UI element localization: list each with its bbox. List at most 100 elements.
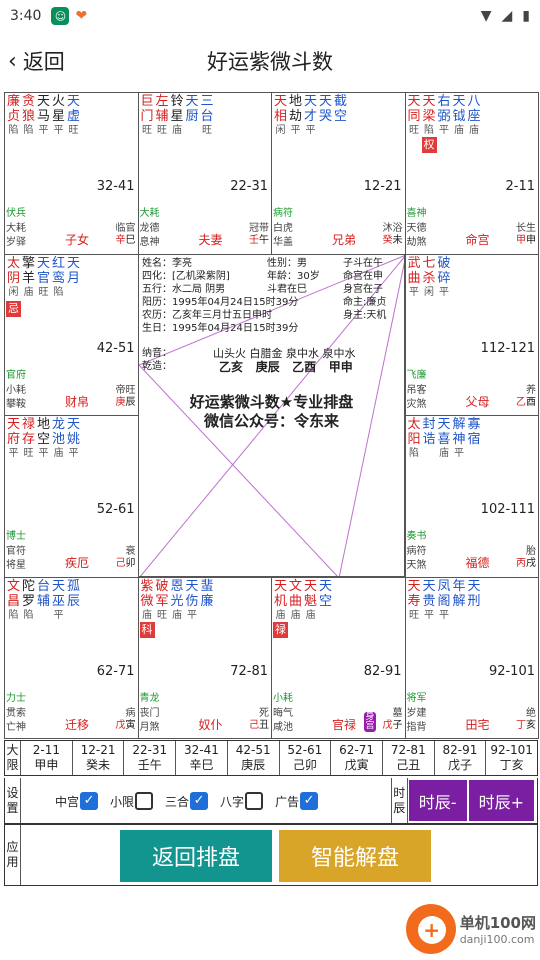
star-column: 凤阁平	[437, 579, 452, 623]
palace-age-range: 42-51	[96, 340, 135, 356]
star-brightness: 平	[409, 286, 419, 298]
checkbox-3[interactable]: 八字	[220, 791, 264, 810]
checkbox-4[interactable]: 广告 ✓	[275, 791, 319, 810]
palace-minor-star-2: 病符	[406, 546, 427, 557]
back-button[interactable]: ‹ 返回	[8, 46, 65, 76]
palace-cell-hai[interactable]: 天寿旺天贵平凤阁平年解天刑 92-101 将军 岁建绝指背 田宅 丁亥	[404, 576, 539, 739]
checkbox-0[interactable]: 中宫 ✓	[55, 791, 99, 810]
palace-cell-mao[interactable]: 天府平禄存旺地空平龙池庙天姚平 52-61 博士 官符衰将星 疾厄 己卯	[4, 415, 139, 578]
settings-checkboxes: 中宫 ✓ 小限 三合 ✓ 八字 广告 ✓	[21, 778, 351, 823]
smart-reading-button[interactable]: 智能解盘	[279, 830, 431, 882]
palace-cell-chen[interactable]: 太阴闲擎羊庙天官旺红鸾陷天月 42-51 官府 小耗 帝旺 攀鞍 财帛 庚辰忌	[4, 253, 139, 416]
star-brightness: 平	[305, 125, 316, 136]
decade-row: 大限 2-11 甲申 12-21 癸未 22-31 壬午 32-41 辛巳 42-51 庚辰 52-…	[4, 740, 538, 776]
palace-minor-star-2: 天德	[406, 223, 427, 234]
decade-range: 92-101	[490, 743, 533, 757]
star-name-bottom: 解	[452, 593, 466, 609]
palace-cell-you[interactable]: 武曲平七杀闲破碎平 112-121 飞廉 吊客养灾煞 父母 乙酉	[404, 253, 539, 416]
star-name-top: 廉	[6, 94, 20, 109]
star-name-bottom: 钺	[452, 109, 466, 124]
checkbox-unchecked-icon[interactable]	[245, 791, 264, 810]
star-brightness: 庙	[172, 609, 182, 621]
palace-minor-star-2: 官符	[6, 546, 26, 557]
palace-cell-si[interactable]: 廉贞陷贪狼陷天马平火星平天虚旺 32-41 伏兵 大耗 临官 岁驿 子女 辛巳	[4, 92, 139, 255]
star-column: 台辅	[36, 579, 51, 623]
star-name-top: 陀	[21, 578, 35, 594]
star-name-top: 凤	[437, 578, 451, 594]
decade-item[interactable]: 32-41 辛巳	[176, 741, 228, 775]
star-name-top: 天	[467, 578, 481, 594]
decade-item[interactable]: 52-61 己卯	[280, 741, 332, 775]
palace-name: 财帛	[65, 394, 90, 409]
checkbox-1[interactable]: 小限	[110, 791, 154, 810]
star-column: 天姚平	[66, 417, 81, 461]
star-brightness: 平	[53, 125, 64, 136]
shichen-prev-button[interactable]: 时辰-	[408, 780, 467, 821]
star-name-bottom: 虚	[66, 109, 80, 124]
palace-minor-star-2: 岁建	[406, 707, 427, 719]
checkbox-checked-icon[interactable]: ✓	[300, 791, 319, 810]
shichen-next-button[interactable]: 时辰+	[468, 780, 534, 821]
star-column: 三台旺	[200, 94, 215, 138]
star-column: 解神平	[452, 417, 467, 461]
decade-item[interactable]: 2-11 甲申	[21, 741, 73, 775]
chevron-left-icon: ‹	[8, 48, 17, 74]
palace-cell-yin[interactable]: 文昌陷陀罗陷台辅天巫平孤辰 62-71 力士 贯索病亡神 迁移 戊寅	[4, 576, 139, 739]
palace-stem-branch: 戊寅	[116, 716, 136, 731]
star-name-bottom: 星	[170, 109, 184, 124]
star-brightness: 旺	[157, 609, 167, 621]
info-wuxing: 五行：水二局 阴男	[142, 284, 226, 295]
back-to-chart-button[interactable]: 返回排盘	[120, 830, 272, 882]
star-column: 八座庙	[467, 94, 482, 138]
star-name-bottom: 羊	[21, 270, 35, 286]
checkbox-checked-icon[interactable]: ✓	[80, 791, 99, 810]
star-name-top: 右	[437, 94, 451, 109]
palace-minor-star-1: 大耗	[139, 208, 160, 219]
palace-cell-wei[interactable]: 天相闲地劫平天才平天哭截空 12-21 病符 白虎 沐浴 华盖 兄弟 癸未	[271, 92, 406, 255]
palace-cell-shen[interactable]: 天同旺天梁陷右弼平天钺庙八座庙 2-11 喜神 天德 长生 劫煞 命宫 甲申权	[404, 92, 539, 255]
decade-item[interactable]: 62-71 戊寅	[331, 741, 383, 775]
star-name-bottom: 空	[333, 109, 347, 124]
palace-minor-star-2: 丧门	[139, 707, 160, 719]
palace-cell-zi[interactable]: 天机庙文曲庙天魁庙天空 82-91 小耗 晦气墓咸池 官禄 戊子禄身宫	[271, 576, 406, 739]
star-name-top: 天	[273, 578, 287, 594]
decade-item[interactable]: 72-81 己丑	[383, 741, 435, 775]
decade-item[interactable]: 12-21 癸未	[73, 741, 125, 775]
star-name-bottom: 同	[407, 109, 421, 124]
palace-minor-star-2: 贯索	[6, 707, 26, 719]
info-name: 姓名：李亮	[142, 258, 192, 269]
palace-name: 奴仆	[198, 717, 223, 732]
decade-item[interactable]: 22-31 壬午	[124, 741, 177, 775]
palace-minor-star-3: 将星	[6, 560, 26, 571]
palace-cell-xu[interactable]: 太阳陷封诰天喜庙解神平寡宿 102-111 奏书 病符胎天煞 福德 丙戌	[404, 415, 539, 578]
checkbox-2[interactable]: 三合 ✓	[165, 791, 209, 810]
palace-stem-branch: 癸未	[383, 231, 403, 246]
watermark-logo-icon: +	[405, 904, 456, 954]
star-name-bottom: 哭	[318, 109, 332, 124]
palace-cell-wu[interactable]: 巨门旺左辅旺铃星庙天厨三台旺 22-31 大耗 龙德 冠带 息神 夫妻 壬午	[137, 92, 272, 255]
checkbox-unchecked-icon[interactable]	[135, 791, 154, 810]
star-brightness: 闲	[424, 286, 434, 298]
palace-age-range: 2-11	[505, 179, 535, 194]
watermark-name: 单机100网	[459, 914, 536, 932]
palace-minor-star-3: 攀鞍	[6, 398, 26, 410]
star-name-bottom: 月	[66, 270, 80, 286]
star-column: 破军旺	[155, 579, 170, 623]
star-column: 天同旺	[407, 94, 422, 138]
palace-cell-chou[interactable]: 紫微庙破军旺恩光庙天伤平蜚廉 72-81 青龙 丧门死月煞 奴仆 己丑科	[137, 576, 272, 739]
star-column: 龙池庙	[51, 417, 66, 461]
decade-item[interactable]: 82-91 戊子	[435, 741, 487, 775]
star-name-bottom: 刑	[467, 593, 481, 609]
palace-stem: 甲	[516, 235, 526, 246]
decade-stem: 己卯	[292, 758, 317, 772]
palace-stem: 辛	[115, 235, 126, 246]
star-name-bottom: 存	[21, 432, 35, 447]
palace-stem: 丙	[516, 558, 526, 569]
palace-stem: 庚	[115, 396, 126, 408]
star-brightness: 陷	[23, 125, 34, 136]
checkbox-checked-icon[interactable]: ✓	[190, 791, 209, 810]
star-name-top: 破	[437, 255, 451, 271]
palace-age-range: 82-91	[363, 663, 402, 679]
decade-item[interactable]: 92-101 丁亥	[486, 741, 537, 775]
decade-item[interactable]: 42-51 庚辰	[228, 741, 280, 775]
